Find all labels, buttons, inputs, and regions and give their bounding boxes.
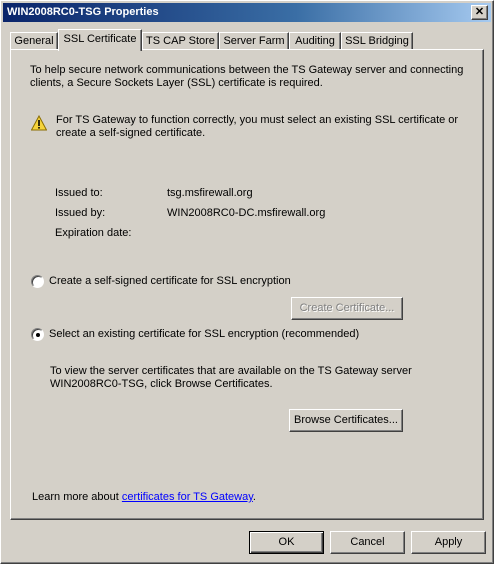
tab-auditing[interactable]: Auditing — [289, 32, 341, 50]
learn-more-text: Learn more about certificates for TS Gat… — [32, 491, 256, 503]
intro-line-2: clients, a Secure Sockets Layer (SSL) ce… — [30, 77, 323, 89]
expiration-date-label: Expiration date: — [55, 227, 132, 239]
tab-ts-cap-store-label: TS CAP Store — [146, 35, 215, 47]
self-signed-label[interactable]: Create a self-signed certificate for SSL… — [49, 275, 291, 287]
warning-line-2: create a self-signed certificate. — [56, 127, 206, 139]
issued-to-label: Issued to: — [55, 187, 103, 199]
ssl-certificate-panel: To help secure network communications be… — [10, 49, 484, 520]
learn-more-suffix: . — [252, 491, 256, 503]
tab-general-label: General — [14, 35, 54, 47]
tab-ssl-bridging[interactable]: SSL Bridging — [341, 32, 413, 50]
radio-selected-dot — [36, 333, 40, 337]
existing-certificate-label[interactable]: Select an existing certificate for SSL e… — [49, 328, 359, 340]
apply-button[interactable]: Apply — [411, 531, 486, 554]
create-certificate-button[interactable]: Create Certificate... — [291, 297, 403, 320]
close-icon: ✕ — [474, 6, 485, 18]
warning-icon — [31, 115, 47, 131]
tab-ssl-certificate-label: SSL Certificate — [63, 33, 137, 45]
title-bar[interactable]: WIN2008RC0-TSG Properties ✕ — [3, 3, 491, 22]
certificates-help-link[interactable]: certificates for TS Gateway — [122, 491, 253, 503]
issued-to-value: tsg.msfirewall.org — [167, 187, 253, 199]
tab-server-farm-label: Server Farm — [223, 35, 285, 47]
tab-ssl-bridging-label: SSL Bridging — [345, 35, 409, 47]
window-title: WIN2008RC0-TSG Properties — [7, 6, 159, 18]
tab-general[interactable]: General — [10, 32, 58, 50]
tab-ssl-certificate[interactable]: SSL Certificate — [58, 29, 142, 51]
intro-line-1: To help secure network communications be… — [30, 64, 464, 76]
issued-by-label: Issued by: — [55, 207, 106, 219]
close-button[interactable]: ✕ — [471, 5, 488, 20]
browse-certificates-button[interactable]: Browse Certificates... — [289, 409, 403, 432]
existing-certificate-radio[interactable] — [31, 328, 44, 341]
tab-server-farm[interactable]: Server Farm — [219, 32, 289, 50]
self-signed-radio[interactable] — [31, 275, 44, 288]
cancel-button[interactable]: Cancel — [330, 531, 405, 554]
issued-by-value: WIN2008RC0-DC.msfirewall.org — [167, 207, 326, 219]
browse-info-line-2: WIN2008RC0-TSG, click Browse Certificate… — [50, 378, 273, 390]
learn-more-prefix: Learn more about — [32, 491, 122, 503]
tab-auditing-label: Auditing — [295, 35, 335, 47]
ok-button[interactable]: OK — [249, 531, 324, 554]
tab-ts-cap-store[interactable]: TS CAP Store — [142, 32, 219, 50]
browse-info-line-1: To view the server certificates that are… — [50, 365, 412, 377]
properties-dialog: WIN2008RC0-TSG Properties ✕ General SSL … — [0, 0, 494, 564]
warning-line-1: For TS Gateway to function correctly, yo… — [56, 114, 459, 126]
